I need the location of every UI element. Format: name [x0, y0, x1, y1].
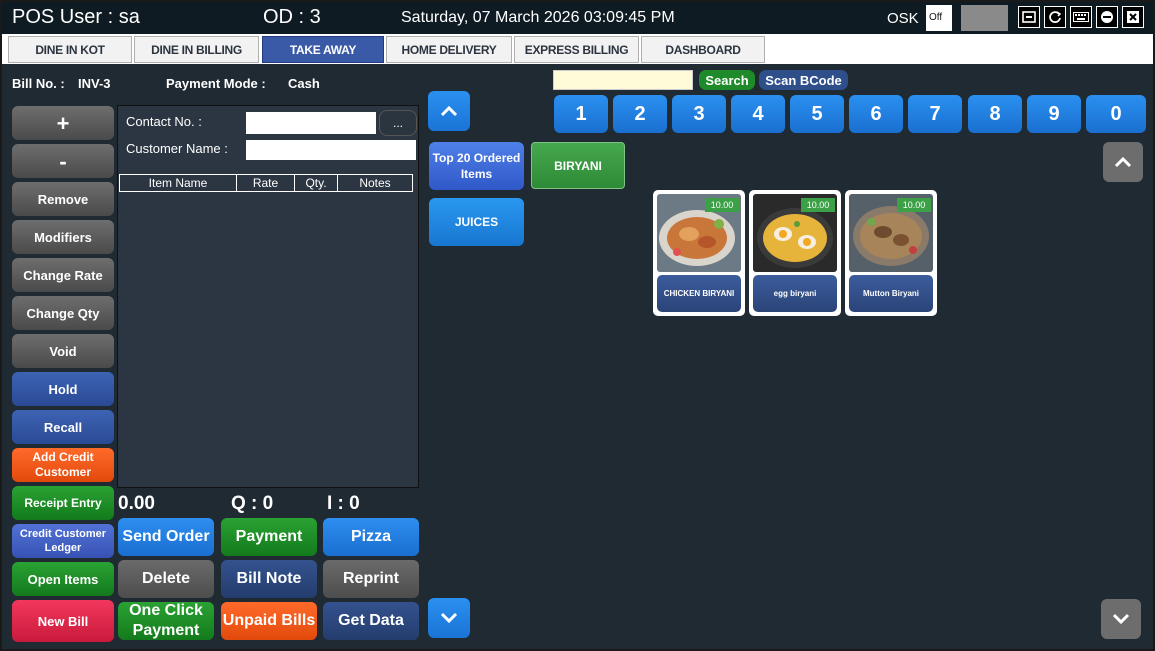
search-button[interactable]: Search	[699, 70, 755, 90]
keyboard-icon[interactable]	[1070, 6, 1092, 28]
item-name-label: Mutton Biryani	[849, 275, 933, 312]
payment-mode-value: Cash	[288, 76, 320, 91]
delete-button[interactable]: Delete	[118, 560, 214, 598]
pos-user-label: POS User : sa	[12, 6, 140, 28]
receipt-entry-button[interactable]: Receipt Entry	[12, 486, 114, 520]
numpad-8[interactable]: 8	[968, 95, 1022, 133]
void-button[interactable]: Void	[12, 334, 114, 368]
numpad-4[interactable]: 4	[731, 95, 785, 133]
total-qty: Q : 0	[231, 493, 274, 514]
col-item-name: Item Name	[119, 174, 237, 192]
chevron-up-icon	[440, 105, 458, 117]
col-notes: Notes	[337, 174, 413, 192]
osk-toggle-track[interactable]	[961, 5, 1008, 31]
contact-no-label: Contact No. :	[126, 114, 202, 129]
numpad-2[interactable]: 2	[613, 95, 667, 133]
get-data-button[interactable]: Get Data	[323, 602, 419, 640]
category-scroll-down-button[interactable]	[428, 598, 470, 638]
decrease-qty-button[interactable]: -	[12, 144, 114, 178]
mode-tabs: DINE IN KOT DINE IN BILLING TAKE AWAY HO…	[2, 34, 1153, 64]
tab-dine-in-kot[interactable]: DINE IN KOT	[8, 36, 132, 63]
tab-dashboard[interactable]: DASHBOARD	[641, 36, 765, 63]
contact-no-input[interactable]	[246, 112, 376, 134]
total-amount: 0.00	[118, 493, 155, 514]
total-items: I : 0	[327, 493, 360, 514]
tab-express-billing[interactable]: EXPRESS BILLING	[514, 36, 639, 63]
change-rate-button[interactable]: Change Rate	[12, 258, 114, 292]
modifiers-button[interactable]: Modifiers	[12, 220, 114, 254]
category-juices[interactable]: JUICES	[429, 198, 524, 246]
category-top-20[interactable]: Top 20 Ordered Items	[429, 142, 524, 190]
customer-name-input[interactable]	[246, 140, 416, 160]
items-scroll-up-button[interactable]	[1103, 142, 1143, 182]
item-card-chicken-biryani[interactable]: 10.00 CHICKEN BIRYANI	[653, 190, 745, 316]
hold-button[interactable]: Hold	[12, 372, 114, 406]
reprint-button[interactable]: Reprint	[323, 560, 419, 598]
bill-note-button[interactable]: Bill Note	[221, 560, 317, 598]
col-rate: Rate	[236, 174, 295, 192]
item-price-badge: 10.00	[801, 198, 835, 212]
scan-barcode-button[interactable]: Scan BCode	[759, 70, 848, 90]
tab-home-delivery[interactable]: HOME DELIVERY	[386, 36, 512, 63]
group-biryani[interactable]: BIRYANI	[531, 142, 625, 189]
payment-mode-label: Payment Mode :	[166, 76, 266, 91]
order-count-label: OD : 3	[263, 6, 321, 28]
col-qty: Qty.	[294, 174, 338, 192]
item-card-mutton-biryani[interactable]: 10.00 Mutton Biryani	[845, 190, 937, 316]
numpad-0[interactable]: 0	[1086, 95, 1146, 133]
numpad-1[interactable]: 1	[554, 95, 608, 133]
item-price-badge: 10.00	[897, 198, 931, 212]
refresh-icon[interactable]	[1044, 6, 1066, 28]
pizza-button[interactable]: Pizza	[323, 518, 419, 556]
datetime-label: Saturday, 07 March 2026 03:09:45 PM	[401, 9, 675, 26]
category-scroll-up-button[interactable]	[428, 91, 470, 131]
numpad-5[interactable]: 5	[790, 95, 844, 133]
unpaid-bills-button[interactable]: Unpaid Bills	[221, 602, 317, 640]
cash-drawer-icon[interactable]	[1018, 6, 1040, 28]
numpad-3[interactable]: 3	[672, 95, 726, 133]
customer-name-label: Customer Name :	[126, 141, 228, 156]
osk-toggle[interactable]: Off	[926, 5, 952, 31]
numpad-6[interactable]: 6	[849, 95, 903, 133]
chevron-down-icon	[440, 612, 458, 624]
close-icon[interactable]	[1122, 6, 1144, 28]
title-bar: POS User : sa OD : 3 Saturday, 07 March …	[2, 2, 1153, 35]
add-credit-customer-button[interactable]: Add Credit Customer	[12, 448, 114, 482]
items-scroll-down-button[interactable]	[1101, 599, 1141, 639]
increase-qty-button[interactable]: +	[12, 106, 114, 140]
recall-button[interactable]: Recall	[12, 410, 114, 444]
tab-dine-in-billing[interactable]: DINE IN BILLING	[134, 36, 259, 63]
search-input[interactable]	[553, 70, 693, 90]
change-qty-button[interactable]: Change Qty	[12, 296, 114, 330]
item-card-egg-biryani[interactable]: 10.00 egg biryani	[749, 190, 841, 316]
payment-button[interactable]: Payment	[221, 518, 317, 556]
pos-window: POS User : sa OD : 3 Saturday, 07 March …	[0, 0, 1155, 651]
send-order-button[interactable]: Send Order	[118, 518, 214, 556]
one-click-payment-button[interactable]: One Click Payment	[118, 602, 214, 640]
bill-no-label: Bill No. :	[12, 76, 65, 91]
open-items-button[interactable]: Open Items	[12, 562, 114, 596]
item-name-label: egg biryani	[753, 275, 837, 312]
item-name-label: CHICKEN BIRYANI	[657, 275, 741, 312]
chevron-up-icon	[1114, 156, 1132, 168]
chevron-down-icon	[1112, 613, 1130, 625]
tab-take-away[interactable]: TAKE AWAY	[262, 36, 384, 63]
order-panel	[117, 105, 419, 488]
item-price-badge: 10.00	[705, 198, 739, 212]
minimize-icon[interactable]	[1096, 6, 1118, 28]
osk-label: OSK	[887, 10, 919, 27]
credit-customer-ledger-button[interactable]: Credit Customer Ledger	[12, 524, 114, 558]
new-bill-button[interactable]: New Bill	[12, 600, 114, 642]
numpad-9[interactable]: 9	[1027, 95, 1081, 133]
contact-lookup-button[interactable]: ...	[379, 110, 417, 136]
numpad-7[interactable]: 7	[908, 95, 962, 133]
remove-button[interactable]: Remove	[12, 182, 114, 216]
bill-no-value: INV-3	[78, 76, 111, 91]
